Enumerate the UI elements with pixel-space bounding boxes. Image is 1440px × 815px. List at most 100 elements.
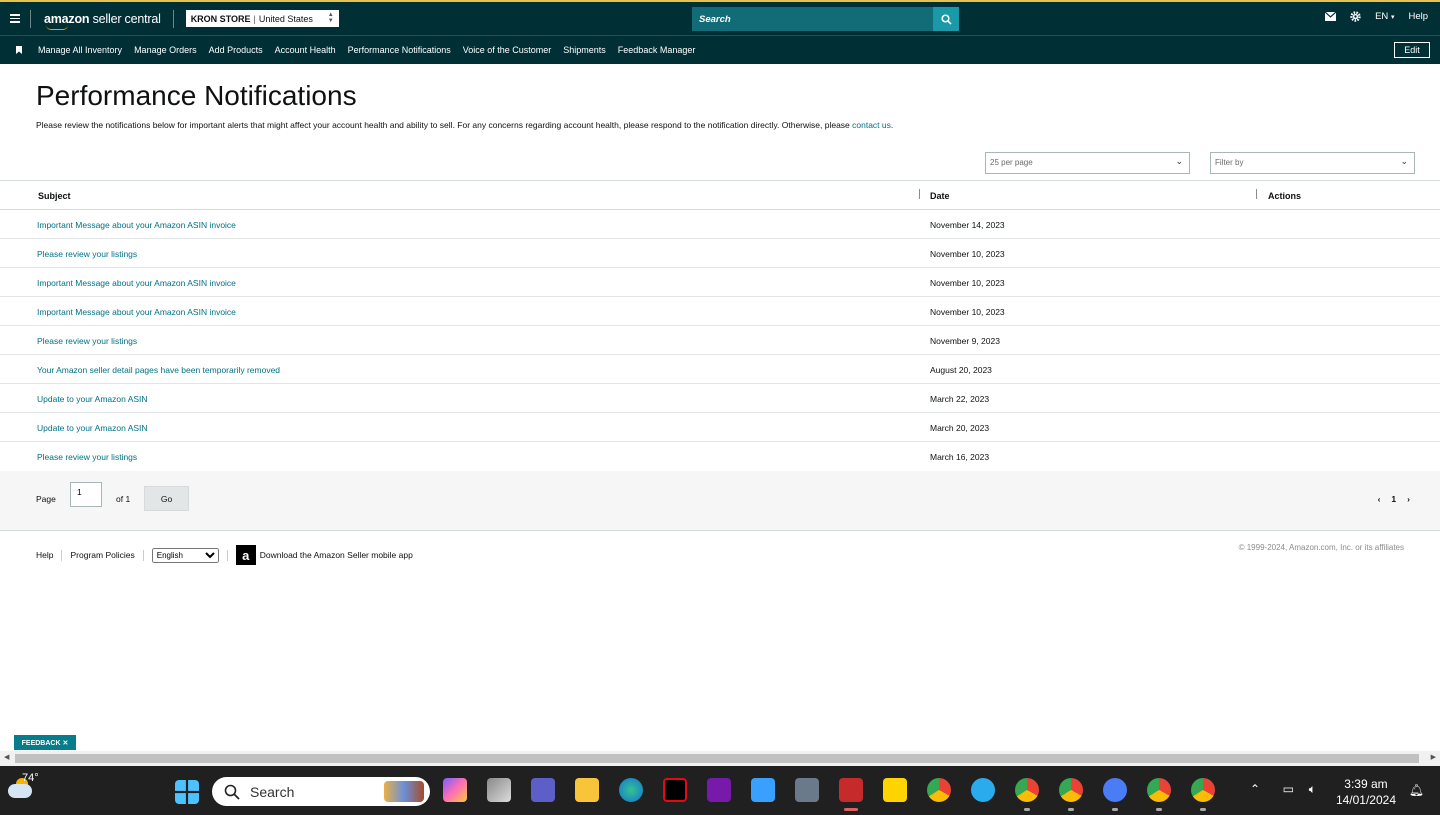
active-indicator: [844, 808, 858, 811]
search-input[interactable]: [692, 7, 933, 31]
chevron-down-icon: ▾: [1390, 14, 1395, 21]
chrome-profile-icon[interactable]: [1147, 778, 1171, 802]
logo-seller-central-text: seller central: [89, 11, 161, 26]
search-button[interactable]: [933, 7, 959, 31]
notification-date: March 16, 2023: [930, 452, 990, 462]
feedback-button[interactable]: FEEDBACK ✕: [14, 735, 76, 750]
running-indicator: [1200, 808, 1206, 811]
sticky-notes-icon[interactable]: [883, 778, 907, 802]
footer-help-link[interactable]: Help: [36, 550, 53, 560]
scrollbar-thumb[interactable]: [15, 754, 1419, 763]
contact-us-link[interactable]: contact us: [852, 120, 891, 130]
chevron-down-icon: ⌄: [1175, 156, 1183, 166]
divider: [142, 549, 144, 561]
calculator-icon[interactable]: [795, 778, 819, 802]
scroll-left-icon[interactable]: ◀: [4, 753, 9, 761]
notification-subject-link[interactable]: Important Message about your Amazon ASIN…: [37, 220, 236, 230]
taskbar-search[interactable]: Search: [212, 777, 430, 806]
signal-icon[interactable]: [1103, 778, 1127, 802]
edit-nav-button[interactable]: Edit: [1394, 42, 1430, 58]
running-indicator: [1024, 808, 1030, 811]
file-explorer-icon[interactable]: [575, 778, 599, 802]
header-subject[interactable]: Subject: [38, 191, 71, 201]
notification-date: March 20, 2023: [930, 423, 990, 433]
search-highlight-icon: [384, 781, 424, 802]
notification-subject-link[interactable]: Update to your Amazon ASIN: [37, 394, 148, 404]
onenote-icon[interactable]: [707, 778, 731, 802]
notification-subject-link[interactable]: Important Message about your Amazon ASIN…: [37, 307, 236, 317]
network-icon[interactable]: ▭: [1283, 782, 1294, 796]
amazon-smile-icon: [46, 25, 68, 30]
header-date[interactable]: Date: [930, 191, 950, 201]
nav-item-manage-orders[interactable]: Manage Orders: [134, 45, 197, 55]
windows-start-icon[interactable]: [175, 780, 199, 804]
chrome-profile-icon[interactable]: [1015, 778, 1039, 802]
notification-subject-link[interactable]: Your Amazon seller detail pages have bee…: [37, 365, 280, 375]
current-page-number[interactable]: 1: [1391, 494, 1396, 504]
netflix-icon[interactable]: [663, 778, 687, 802]
chrome-profile-icon[interactable]: [1191, 778, 1215, 802]
intro-text: Please review the notifications below fo…: [36, 120, 853, 130]
task-view-icon[interactable]: [487, 778, 511, 802]
table-row: Please review your listings March 16, 202…: [0, 442, 1440, 471]
top-bar: amazon seller central KRON STORE | Unite…: [0, 0, 1440, 35]
language-selector[interactable]: EN ▾: [1375, 11, 1394, 22]
clock-time: 3:39 am: [1344, 777, 1388, 791]
column-divider: [1256, 189, 1257, 199]
per-page-select[interactable]: 25 per page ⌄: [985, 152, 1190, 174]
mail-icon[interactable]: [1325, 12, 1337, 21]
show-hidden-icons-icon[interactable]: ⌃: [1250, 782, 1260, 796]
footer-language-select[interactable]: English: [151, 547, 219, 563]
edge-icon[interactable]: [619, 778, 643, 802]
notification-subject-link[interactable]: Update to your Amazon ASIN: [37, 423, 148, 433]
notification-bell-icon[interactable]: 🔔︎: [1409, 783, 1424, 797]
horizontal-scrollbar[interactable]: ◀ ▶: [0, 751, 1440, 766]
divider: [226, 549, 228, 561]
divider: [61, 549, 63, 561]
nav-item-feedback-manager[interactable]: Feedback Manager: [618, 45, 696, 55]
hamburger-menu-icon[interactable]: [0, 2, 30, 35]
teams-icon[interactable]: [531, 778, 555, 802]
notification-subject-link[interactable]: Please review your listings: [37, 336, 137, 346]
divider: [30, 9, 31, 28]
gear-icon[interactable]: [1350, 11, 1361, 22]
notification-subject-link[interactable]: Please review your listings: [37, 452, 137, 462]
filter-by-select[interactable]: Filter by ⌄: [1210, 152, 1415, 174]
nav-item-performance-notifications[interactable]: Performance Notifications: [348, 45, 451, 55]
previous-page-icon[interactable]: ‹: [1378, 494, 1381, 504]
program-policies-link[interactable]: Program Policies: [70, 550, 134, 560]
next-page-icon[interactable]: ›: [1407, 494, 1410, 504]
store-selector[interactable]: KRON STORE | United States ▲ ▼: [185, 10, 339, 27]
bookmark-icon[interactable]: [0, 46, 38, 54]
clock[interactable]: 3:39 am 14/01/2024: [1336, 776, 1396, 808]
notification-subject-link[interactable]: Please review your listings: [37, 249, 137, 259]
notification-date: November 10, 2023: [930, 278, 1005, 288]
page-count-label: of 1: [116, 494, 131, 504]
copyright-text: © 1999-2024, Amazon.com, Inc. or its aff…: [1238, 543, 1404, 552]
help-link[interactable]: Help: [1408, 11, 1428, 22]
page-number-input[interactable]: [70, 482, 102, 507]
running-indicator: [1068, 808, 1074, 811]
chrome-icon[interactable]: [927, 778, 951, 802]
page-label: Page: [36, 494, 56, 504]
table-row: Important Message about your Amazon ASIN…: [0, 210, 1440, 239]
scroll-right-icon[interactable]: ▶: [1431, 753, 1436, 761]
nav-item-add-products[interactable]: Add Products: [209, 45, 263, 55]
volume-icon[interactable]: 🔈︎: [1309, 782, 1316, 797]
notification-subject-link[interactable]: Important Message about your Amazon ASIN…: [37, 278, 236, 288]
go-button[interactable]: Go: [144, 486, 189, 511]
chrome-profile-icon[interactable]: [1059, 778, 1083, 802]
copilot-icon[interactable]: [443, 778, 467, 802]
header-actions: EN ▾ Help: [1325, 11, 1428, 22]
download-app-link[interactable]: Download the Amazon Seller mobile app: [260, 550, 413, 560]
notification-date: November 9, 2023: [930, 336, 1000, 346]
nav-item-account-health[interactable]: Account Health: [275, 45, 336, 55]
nav-item-shipments[interactable]: Shipments: [563, 45, 606, 55]
nav-item-voice-of-the-customer[interactable]: Voice of the Customer: [463, 45, 552, 55]
notepad-icon[interactable]: [751, 778, 775, 802]
telegram-icon[interactable]: [971, 778, 995, 802]
amazon-app-icon[interactable]: a: [235, 545, 256, 565]
snipping-tool-icon[interactable]: [839, 778, 863, 802]
nav-item-manage-all-inventory[interactable]: Manage All Inventory: [38, 45, 122, 55]
seller-central-logo[interactable]: amazon seller central: [44, 11, 161, 30]
